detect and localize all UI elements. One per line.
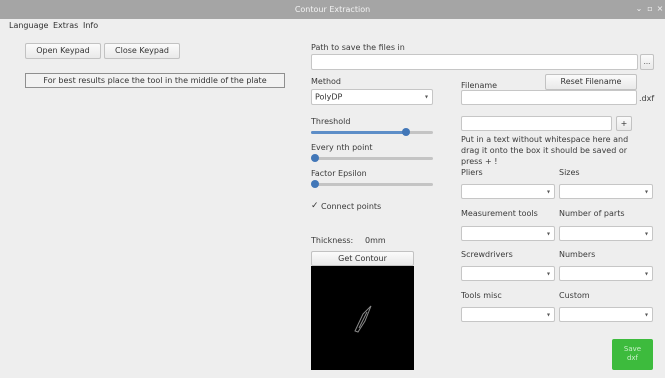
filename-extension: .dxf: [639, 94, 655, 103]
window-title: Contour Extraction: [294, 5, 371, 14]
threshold-label: Threshold: [311, 117, 351, 126]
screwdrivers-select[interactable]: ▾: [461, 266, 555, 281]
numbers-select[interactable]: ▾: [559, 266, 653, 281]
chevron-down-icon: ▾: [546, 230, 550, 237]
custom-label: Custom: [559, 291, 590, 300]
browse-button[interactable]: ...: [640, 54, 654, 70]
every-nth-label: Every nth point: [311, 143, 373, 152]
contour-sketch-icon: [354, 305, 372, 333]
method-value: PolyDP: [315, 92, 343, 102]
reset-filename-button[interactable]: Reset Filename: [545, 74, 637, 90]
menu-bar: [0, 19, 665, 32]
sizes-label: Sizes: [559, 168, 580, 177]
tools-misc-select[interactable]: ▾: [461, 307, 555, 322]
threshold-slider[interactable]: [311, 131, 433, 134]
chevron-down-icon: ▾: [546, 188, 550, 195]
plus-button[interactable]: +: [616, 116, 632, 131]
chevron-down-icon: ▾: [644, 230, 648, 237]
factor-epsilon-label: Factor Epsilon: [311, 169, 367, 178]
sizes-select[interactable]: ▾: [559, 184, 653, 199]
every-nth-slider[interactable]: [311, 157, 433, 160]
filename-input[interactable]: [461, 90, 637, 105]
connect-points-checkbox[interactable]: ✓: [311, 202, 320, 211]
every-nth-slider-handle[interactable]: [311, 154, 319, 162]
filename-label: Filename: [461, 81, 498, 90]
drag-help-text: Put in a text without whitespace here an…: [461, 135, 629, 166]
chevron-down-icon: ▾: [546, 270, 550, 277]
factor-epsilon-slider[interactable]: [311, 183, 433, 186]
chevron-down-icon: ▾: [644, 270, 648, 277]
drag-text-input[interactable]: [461, 116, 612, 131]
threshold-slider-fill: [311, 131, 407, 134]
pliers-label: Pliers: [461, 168, 483, 177]
menu-info[interactable]: Info: [83, 19, 98, 32]
custom-select[interactable]: ▾: [559, 307, 653, 322]
thickness-value: 0mm: [365, 236, 386, 245]
screwdrivers-label: Screwdrivers: [461, 250, 513, 259]
method-select[interactable]: PolyDP ▾: [311, 89, 433, 105]
threshold-slider-handle[interactable]: [402, 128, 411, 136]
chevron-down-icon: ▾: [644, 188, 648, 195]
placement-hint: For best results place the tool in the m…: [25, 73, 285, 88]
path-label: Path to save the files in: [311, 43, 405, 52]
pliers-select[interactable]: ▾: [461, 184, 555, 199]
get-contour-button[interactable]: Get Contour: [311, 251, 414, 266]
menu-language[interactable]: Language: [9, 19, 48, 32]
close-keypad-button[interactable]: Close Keypad: [104, 43, 180, 59]
method-label: Method: [311, 77, 342, 86]
menu-extras[interactable]: Extras: [53, 19, 78, 32]
number-of-parts-label: Number of parts: [559, 209, 625, 218]
open-keypad-button[interactable]: Open Keypad: [25, 43, 101, 59]
maximize-icon[interactable]: ▫: [645, 3, 655, 15]
tools-misc-label: Tools misc: [461, 291, 502, 300]
numbers-label: Numbers: [559, 250, 596, 259]
factor-epsilon-slider-handle[interactable]: [311, 180, 319, 188]
thickness-label: Thickness:: [311, 236, 354, 245]
minimize-icon[interactable]: ⌄: [634, 3, 644, 15]
connect-points-label: Connect points: [321, 202, 382, 211]
path-input[interactable]: [311, 54, 638, 70]
chevron-down-icon: ▾: [424, 93, 428, 101]
save-dxf-button[interactable]: Save dxf: [612, 339, 653, 370]
chevron-down-icon: ▾: [644, 311, 648, 318]
number-of-parts-select[interactable]: ▾: [559, 226, 653, 241]
chevron-down-icon: ▾: [546, 311, 550, 318]
measurement-tools-select[interactable]: ▾: [461, 226, 555, 241]
close-icon[interactable]: ×: [655, 3, 665, 15]
contour-preview: [311, 266, 414, 370]
measurement-tools-label: Measurement tools: [461, 209, 538, 218]
